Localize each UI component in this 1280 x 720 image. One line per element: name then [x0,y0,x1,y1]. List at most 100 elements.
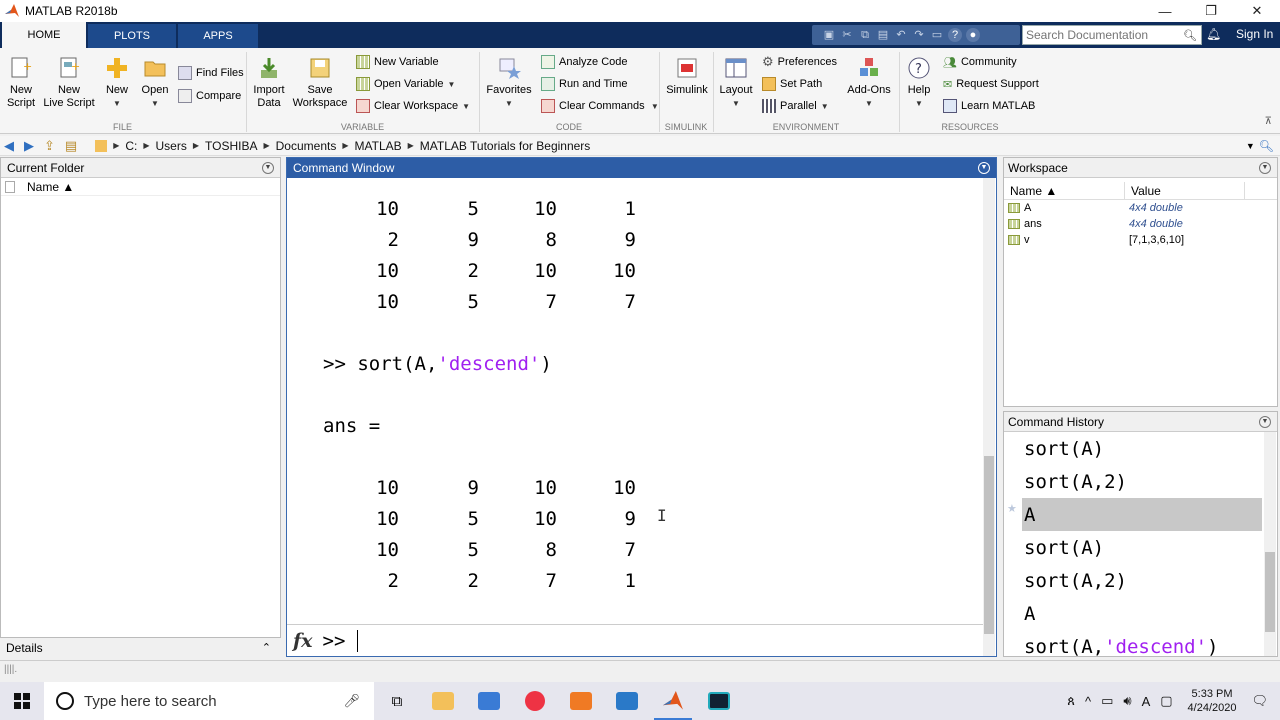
copy-icon[interactable]: ⧉ [858,28,872,42]
minimize-button[interactable]: — [1142,0,1188,22]
history-item[interactable]: sort(A,'descend') [1022,630,1262,663]
people-icon[interactable]: ጰ [1067,693,1075,709]
mail-icon[interactable] [604,682,650,720]
search-icon[interactable]: 🔍︎ [1259,139,1274,153]
save-icon[interactable]: ▣ [822,28,836,42]
new-button[interactable]: New ▼ [102,56,132,110]
tab-apps[interactable]: APPS [178,24,258,48]
paste-icon[interactable]: ▤ [876,28,890,42]
store-icon[interactable] [466,682,512,720]
history-item[interactable]: sort(A) [1022,432,1262,465]
set-path-button[interactable]: Set Path [762,76,822,92]
history-item-selected[interactable]: A [1022,498,1262,531]
tab-home[interactable]: HOME [2,22,86,48]
layout-button[interactable]: Layout ▼ [718,56,754,110]
favorites-button[interactable]: Favorites ▼ [485,56,533,110]
parallel-button[interactable]: Parallel ▼ [762,98,829,114]
history-item[interactable]: sort(A,2) [1022,465,1262,498]
chevron-up-icon[interactable]: ^ [1085,694,1091,709]
open-variable-button[interactable]: Open Variable ▼ [356,76,455,92]
search-icon[interactable]: 🔍︎ [1183,29,1197,42]
chevron-down-icon[interactable]: ▼ [1246,141,1255,151]
file-explorer-icon[interactable] [420,682,466,720]
start-button[interactable] [0,682,44,720]
matlab-taskbar-icon[interactable] [650,682,696,720]
sign-in-link[interactable]: Sign In [1236,27,1273,41]
input-language-icon[interactable]: A [1142,694,1151,709]
history-item[interactable]: sort(A,2) [1022,564,1262,597]
back-icon[interactable]: ◀ [4,138,14,154]
close-button[interactable]: ✕ [1234,0,1280,22]
compare-button[interactable]: Compare [178,88,241,104]
analyze-code-button[interactable]: Analyze Code [541,54,628,70]
command-prompt-line[interactable]: fx >> [287,624,983,656]
breadcrumb-c[interactable]: C: [125,139,137,153]
add-ons-button[interactable]: Add-Ons ▼ [846,56,892,110]
new-variable-button[interactable]: New Variable [356,54,439,70]
breadcrumb-users[interactable]: Users [156,139,187,153]
new-script-button[interactable]: + New Script [6,56,36,110]
details-panel-header[interactable]: Details ⌃ [0,637,281,657]
community-button[interactable]: 👥︎ Community [943,54,1017,70]
browse-folder-icon[interactable]: ▤ [65,138,77,154]
recorder-app-icon[interactable] [558,682,604,720]
notifications-icon[interactable]: 🗨︎ [1251,693,1268,709]
taskbar-search[interactable]: Type here to search 🎤︎ [44,682,374,720]
chevron-up-icon[interactable]: ⌃ [262,641,271,654]
find-files-button[interactable]: Find Files [178,65,244,81]
up-folder-icon[interactable]: ⇪ [44,138,55,154]
history-item[interactable]: sort(A) [1022,531,1262,564]
terminal-app-icon[interactable] [696,682,742,720]
task-view-icon[interactable]: ⧉ [374,682,420,720]
run-and-time-button[interactable]: Run and Time [541,76,627,92]
redo-icon[interactable]: ↷ [912,28,926,42]
panel-actions-icon[interactable]: ▼ [262,161,274,174]
undo-icon[interactable]: ↶ [894,28,908,42]
notification-icon[interactable]: 🔔︎ [1206,27,1221,41]
help-icon[interactable]: ? [948,28,962,42]
switch-windows-icon[interactable]: ▭ [930,28,944,42]
name-column-header[interactable]: Name ▲ [1004,182,1125,199]
tab-plots[interactable]: PLOTS [88,24,176,48]
command-window[interactable]: Command Window ▼ 10 5 10 1 2 9 8 9 10 2 … [286,157,997,657]
panel-actions-icon[interactable]: ▼ [978,162,990,174]
simulink-button[interactable]: Simulink [666,56,708,97]
request-support-button[interactable]: ✉ Request Support [943,76,1039,92]
table-row[interactable]: v [7,1,3,6,10] [1004,232,1277,248]
clear-workspace-button[interactable]: Clear Workspace ▼ [356,98,470,114]
collapse-ribbon-icon[interactable]: ⊼ [1265,116,1272,127]
open-button[interactable]: Open ▼ [140,56,170,110]
preferences-button[interactable]: ⚙ Preferences [762,54,837,70]
restore-button[interactable]: ❐ [1188,0,1234,22]
panel-actions-icon[interactable]: ▼ [1259,161,1271,174]
community-icon[interactable]: ● [966,28,980,42]
table-row[interactable]: ans 4x4 double [1004,216,1277,232]
save-workspace-button[interactable]: Save Workspace [292,56,348,110]
volume-icon[interactable]: 🔊︎ [1123,693,1131,709]
command-window-scrollbar[interactable] [983,178,995,656]
action-icon[interactable]: ▢ [1160,693,1172,709]
search-input[interactable] [1023,26,1183,44]
cut-icon[interactable]: ✂ [840,28,854,42]
scrollbar-thumb[interactable] [984,456,994,634]
microphone-icon[interactable]: 🎤︎ [343,693,360,709]
clock[interactable]: 5:33 PM 4/24/2020 [1188,687,1237,715]
help-button[interactable]: ? Help ▼ [904,56,934,110]
breadcrumb-matlab[interactable]: MATLAB [355,139,402,153]
scrollbar-thumb[interactable] [1265,552,1275,632]
function-browser-icon[interactable]: fx [293,630,313,652]
panel-actions-icon[interactable]: ▼ [1259,415,1271,428]
chrome-icon[interactable] [512,682,558,720]
learn-matlab-button[interactable]: Learn MATLAB [943,98,1035,114]
battery-icon[interactable]: ▭ [1101,693,1113,709]
table-row[interactable]: A 4x4 double [1004,200,1277,216]
history-scrollbar[interactable] [1264,432,1276,656]
new-live-script-button[interactable]: + New Live Script [42,56,96,110]
clear-commands-button[interactable]: Clear Commands ▼ [541,98,659,114]
import-data-button[interactable]: Import Data [252,56,286,110]
value-column-header[interactable]: Value [1125,182,1245,199]
name-column-header[interactable]: Name ▲ [1,178,280,196]
history-item[interactable]: A [1022,597,1262,630]
breadcrumb-tutorials[interactable]: MATLAB Tutorials for Beginners [420,139,591,153]
forward-icon[interactable]: ▶ [24,138,34,154]
